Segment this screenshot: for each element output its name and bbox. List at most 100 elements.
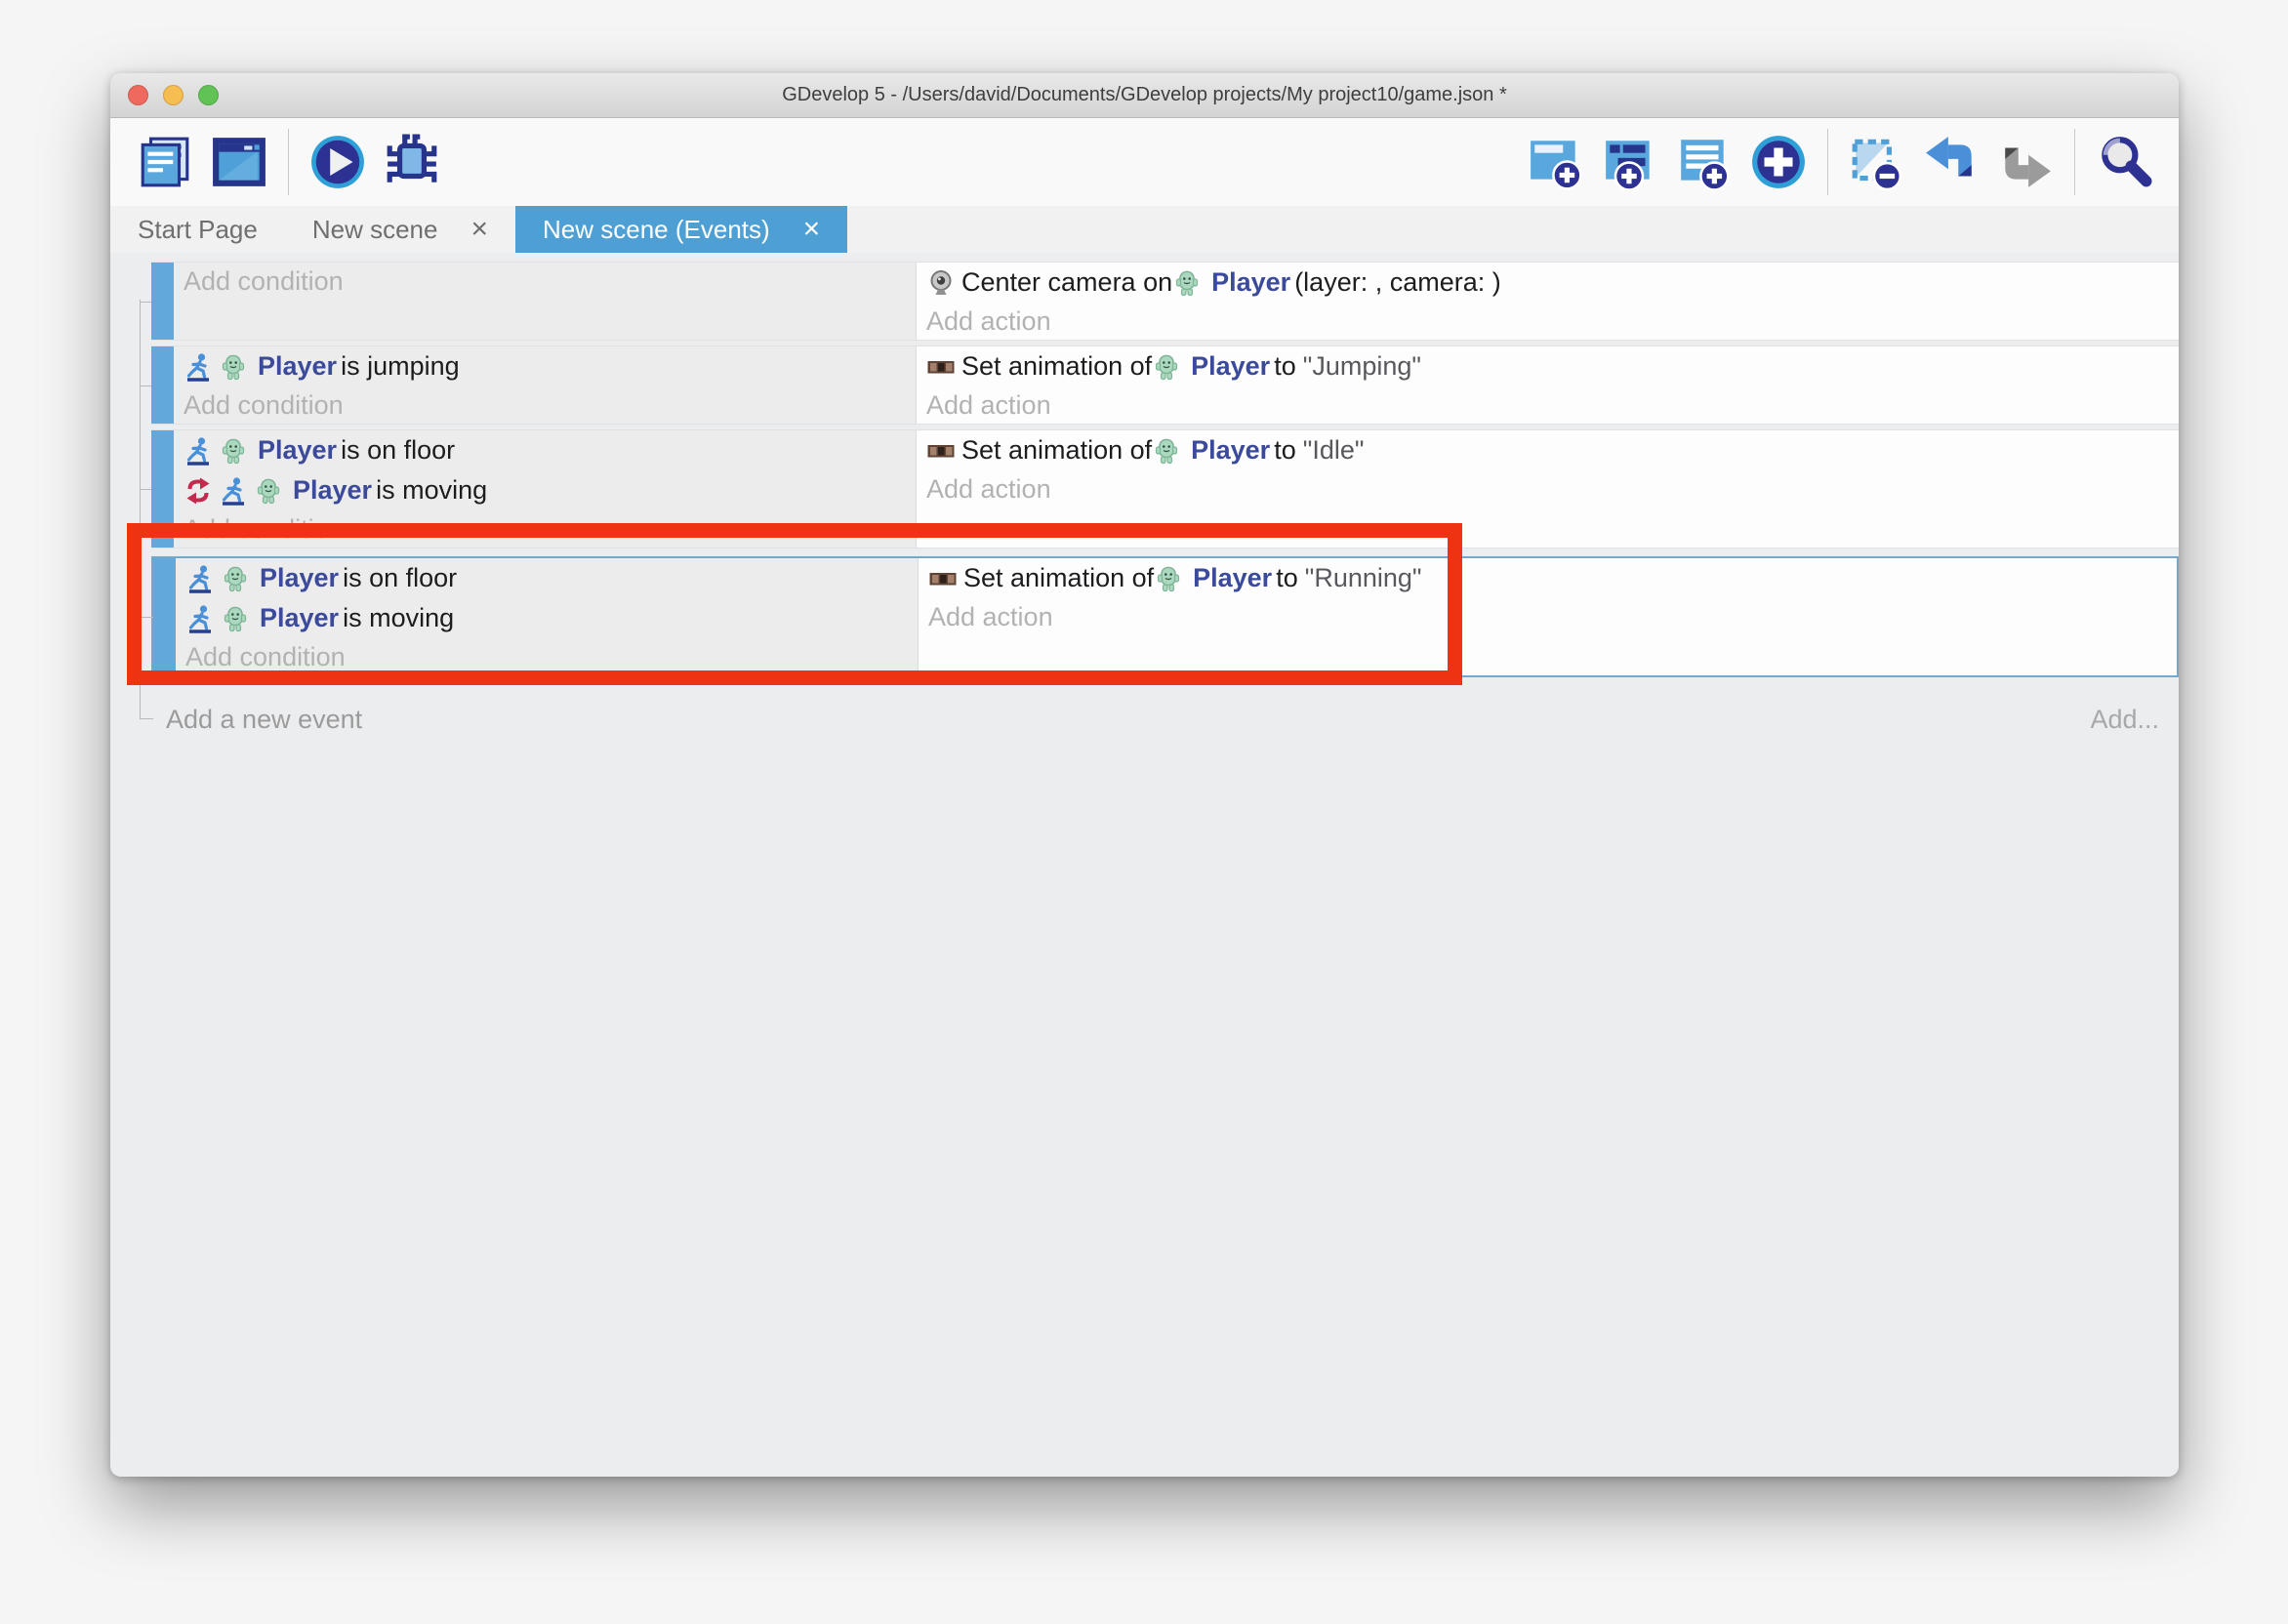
remove-selection-icon bbox=[1849, 134, 1905, 190]
toolbar-separator bbox=[1827, 129, 1828, 195]
event-row[interactable]: Player is on floorPlayer is movingAdd co… bbox=[151, 556, 2179, 677]
add-circle-button[interactable] bbox=[1750, 134, 1807, 190]
debug-button[interactable] bbox=[384, 134, 440, 190]
tab-label: New scene bbox=[312, 215, 438, 245]
add-new-event-button[interactable]: Add a new event bbox=[166, 705, 362, 735]
event-drag-handle[interactable] bbox=[153, 558, 176, 675]
tab-label: New scene (Events) bbox=[543, 215, 770, 245]
add-condition-button[interactable]: Add condition bbox=[184, 510, 916, 548]
add-subevent-icon bbox=[1602, 134, 1658, 190]
tree-corner bbox=[140, 687, 153, 719]
title-bar[interactable]: GDevelop 5 - /Users/david/Documents/GDev… bbox=[110, 73, 2179, 118]
add-action-button[interactable]: Add action bbox=[926, 303, 2179, 340]
camera-icon bbox=[926, 268, 956, 298]
condition-line[interactable]: Player is jumping bbox=[184, 346, 916, 386]
app-window: GDevelop 5 - /Users/david/Documents/GDev… bbox=[110, 73, 2179, 1477]
search-button[interactable] bbox=[2096, 134, 2152, 190]
event-row[interactable]: Add condition Center camera on Player (la… bbox=[151, 262, 2179, 341]
instruction-text: to bbox=[1276, 563, 1298, 593]
add-action-button[interactable]: Add action bbox=[926, 470, 2179, 508]
remove-selection-button[interactable] bbox=[1849, 134, 1905, 190]
redo-button[interactable] bbox=[1997, 134, 2054, 190]
object-name: Player bbox=[1193, 563, 1272, 593]
close-icon[interactable]: × bbox=[470, 215, 488, 244]
undo-button[interactable] bbox=[1923, 134, 1980, 190]
event-drag-handle[interactable] bbox=[151, 430, 174, 548]
player-icon bbox=[219, 436, 248, 466]
event-drag-handle[interactable] bbox=[151, 263, 174, 340]
add-action-button[interactable]: Add action bbox=[926, 386, 2179, 424]
action-line[interactable]: Set animation of Player to "Running" bbox=[928, 558, 2177, 598]
tab-new-scene[interactable]: New scene × bbox=[285, 206, 515, 253]
object-name: Player bbox=[258, 351, 337, 382]
tab-new-scene-events[interactable]: New scene (Events) × bbox=[515, 206, 847, 253]
event-conditions[interactable]: Player is jumpingAdd condition bbox=[174, 346, 917, 424]
object-name: Player bbox=[1211, 267, 1290, 298]
close-icon[interactable]: × bbox=[803, 215, 821, 244]
platformer-icon bbox=[185, 604, 215, 633]
condition-line[interactable]: Player is on floor bbox=[185, 558, 918, 598]
project-manager-button[interactable] bbox=[137, 134, 193, 190]
condition-line[interactable]: Player is moving bbox=[184, 470, 916, 510]
event-actions[interactable]: Set animation of Player to "Idle"Add act… bbox=[917, 430, 2179, 548]
add-comment-icon bbox=[1676, 134, 1733, 190]
event-conditions[interactable]: Player is on floorPlayer is movingAdd co… bbox=[174, 430, 917, 548]
player-icon bbox=[219, 352, 248, 382]
animation-icon bbox=[926, 352, 956, 382]
platformer-icon bbox=[184, 352, 213, 382]
toolbar bbox=[110, 118, 2179, 206]
add-more-button[interactable]: Add... bbox=[2090, 705, 2159, 735]
tab-label: Start Page bbox=[138, 215, 258, 245]
add-condition-button[interactable]: Add condition bbox=[184, 263, 916, 300]
instruction-text: to bbox=[1274, 435, 1296, 466]
minimize-button[interactable] bbox=[163, 85, 184, 105]
player-icon bbox=[1172, 268, 1202, 298]
add-event-button[interactable] bbox=[1528, 134, 1584, 190]
player-icon bbox=[221, 604, 250, 633]
condition-line[interactable]: Player is on floor bbox=[184, 430, 916, 470]
tree-line bbox=[140, 300, 141, 708]
player-icon bbox=[254, 476, 283, 506]
player-icon bbox=[221, 564, 250, 593]
add-condition-button[interactable]: Add condition bbox=[184, 386, 916, 424]
tab-start-page[interactable]: Start Page bbox=[110, 206, 285, 253]
tree-connector bbox=[142, 617, 153, 618]
event-row[interactable]: Player is jumpingAdd conditionSet animat… bbox=[151, 345, 2179, 425]
add-comment-button[interactable] bbox=[1676, 134, 1733, 190]
play-button[interactable] bbox=[309, 134, 366, 190]
event-row[interactable]: Player is on floorPlayer is movingAdd co… bbox=[151, 429, 2179, 548]
zoom-button[interactable] bbox=[198, 85, 219, 105]
instruction-text: is on floor bbox=[343, 563, 457, 593]
toolbar-separator bbox=[2074, 129, 2075, 195]
add-condition-button[interactable]: Add condition bbox=[185, 638, 918, 675]
add-action-button[interactable]: Add action bbox=[928, 598, 2177, 635]
toolbar-separator bbox=[288, 129, 289, 195]
instruction-text: Set animation of bbox=[961, 351, 1152, 382]
condition-line[interactable]: Player is moving bbox=[185, 598, 918, 638]
close-button[interactable] bbox=[128, 85, 148, 105]
event-drag-handle[interactable] bbox=[151, 346, 174, 424]
instruction-text: is moving bbox=[343, 603, 454, 633]
action-line[interactable]: Center camera on Player (layer: , camera… bbox=[926, 263, 2179, 303]
event-conditions[interactable]: Add condition bbox=[174, 263, 917, 340]
object-name: Player bbox=[258, 435, 337, 466]
tab-bar: Start Page New scene × New scene (Events) × bbox=[110, 206, 2179, 253]
event-actions[interactable]: Set animation of Player to "Jumping"Add … bbox=[917, 346, 2179, 424]
add-subevent-button[interactable] bbox=[1602, 134, 1658, 190]
search-icon bbox=[2096, 134, 2152, 190]
platformer-icon bbox=[184, 436, 213, 466]
action-line[interactable]: Set animation of Player to "Idle" bbox=[926, 430, 2179, 470]
scene-editor-button[interactable] bbox=[211, 134, 267, 190]
traffic-lights bbox=[128, 73, 219, 117]
instruction-text: is on floor bbox=[341, 435, 455, 466]
action-line[interactable]: Set animation of Player to "Jumping" bbox=[926, 346, 2179, 386]
value-text: "Idle" bbox=[1303, 435, 1365, 466]
toolbar-right bbox=[1519, 129, 2161, 195]
instruction-text: (layer: , camera: ) bbox=[1294, 267, 1501, 298]
event-actions[interactable]: Set animation of Player to "Running"Add … bbox=[919, 558, 2177, 675]
instruction-text: Set animation of bbox=[963, 563, 1154, 593]
instruction-text: Center camera on bbox=[961, 267, 1172, 298]
event-actions[interactable]: Center camera on Player (layer: , camera… bbox=[917, 263, 2179, 340]
instruction-text: is jumping bbox=[341, 351, 460, 382]
event-conditions[interactable]: Player is on floorPlayer is movingAdd co… bbox=[176, 558, 919, 675]
